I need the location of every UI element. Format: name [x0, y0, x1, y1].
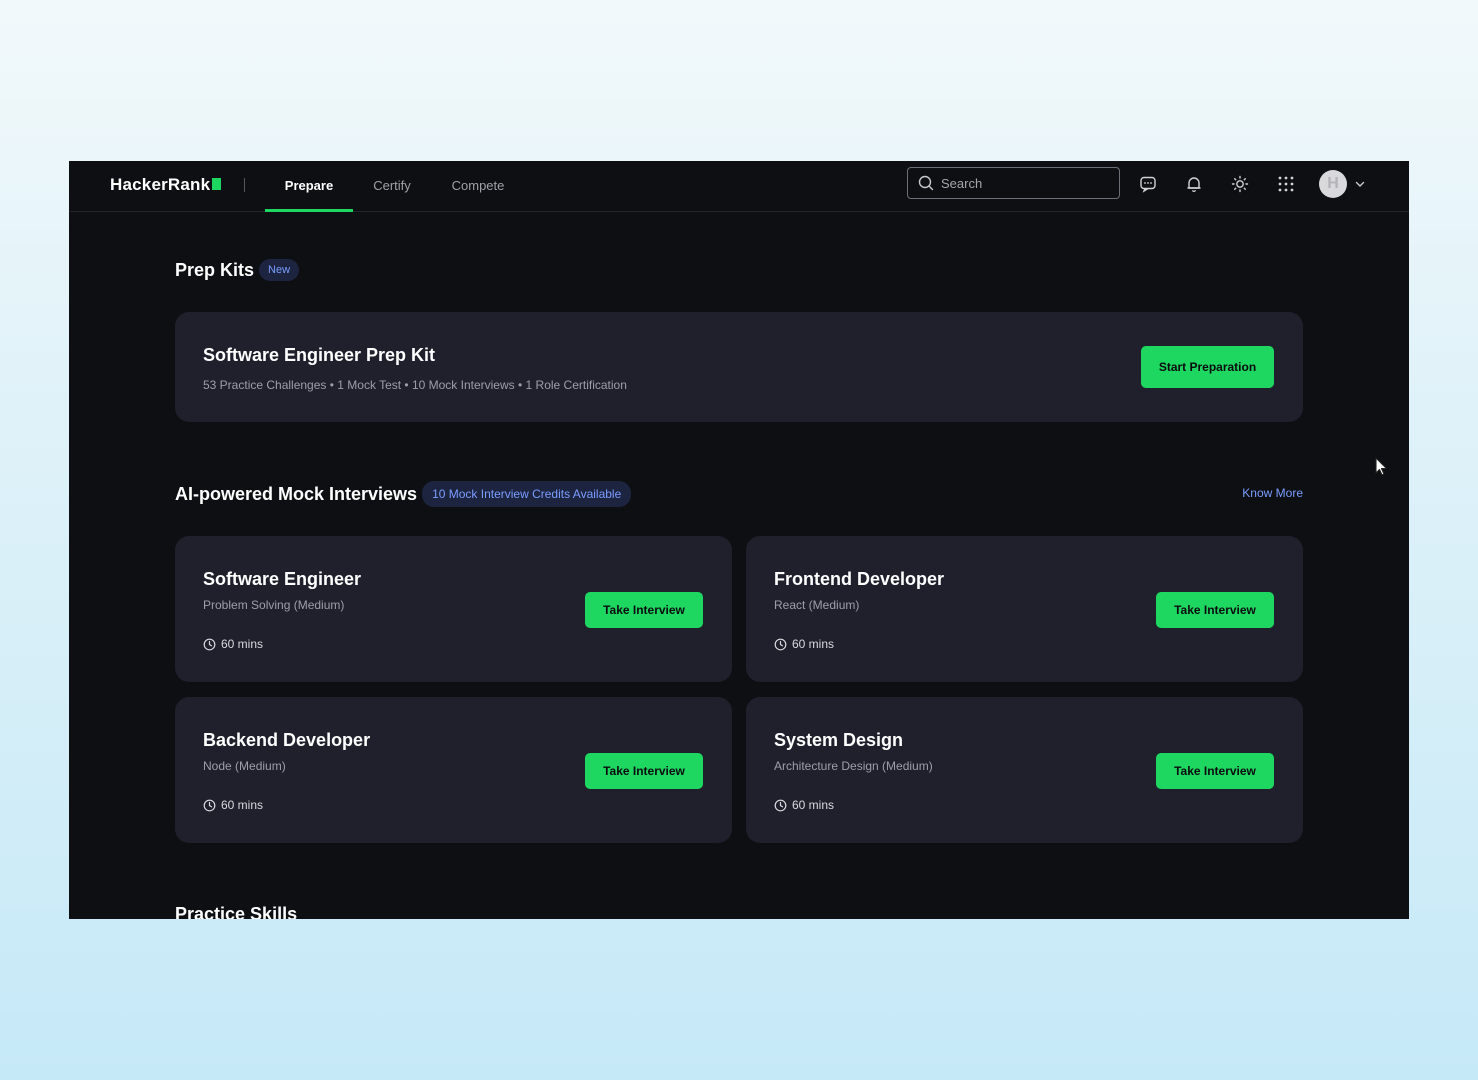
clock-icon — [774, 799, 787, 811]
prep-kit-card: Software Engineer Prep Kit 53 Practice C… — [175, 312, 1303, 422]
take-interview-button[interactable]: Take Interview — [1156, 592, 1274, 628]
tab-certify[interactable]: Certify — [363, 161, 421, 212]
duration-text: 60 mins — [221, 637, 264, 651]
clock-icon — [203, 799, 216, 811]
practice-skills-header: Practice Skills — [175, 904, 297, 919]
search-box[interactable] — [907, 167, 1120, 199]
practice-skills-title: Practice Skills — [175, 904, 298, 919]
interview-card-duration: 60 mins — [774, 798, 834, 812]
interview-card-frontend-developer: Frontend Developer React (Medium) 60 min… — [746, 536, 1303, 682]
interview-card-subtitle: Problem Solving (Medium) — [203, 598, 345, 612]
avatar[interactable]: H — [1319, 170, 1347, 198]
avatar-initial: H — [1327, 175, 1339, 192]
nav-divider — [244, 178, 245, 192]
duration-text: 60 mins — [792, 798, 835, 812]
interview-card-subtitle: React (Medium) — [774, 598, 860, 612]
clock-icon — [774, 638, 787, 650]
prep-kit-title: Software Engineer Prep Kit — [203, 345, 436, 365]
chevron-down-icon[interactable] — [1354, 178, 1366, 190]
interview-card-title: Frontend Developer — [774, 569, 945, 589]
chat-icon[interactable] — [1138, 174, 1158, 194]
interview-card-title: Software Engineer — [203, 569, 362, 589]
know-more-link[interactable]: Know More — [1242, 486, 1303, 500]
clock-icon — [203, 638, 216, 650]
new-badge: New — [259, 259, 300, 281]
duration-text: 60 mins — [221, 798, 264, 812]
interview-card-subtitle: Architecture Design (Medium) — [774, 759, 933, 773]
brand-name: HackerRank — [110, 175, 211, 194]
credits-badge: 10 Mock Interview Credits Available — [422, 481, 632, 507]
top-nav: HackerRank Prepare Certify Compete H — [69, 161, 1409, 212]
mock-interviews-title: AI-powered Mock Interviews — [175, 483, 418, 504]
interview-card-backend-developer: Backend Developer Node (Medium) 60 mins … — [175, 697, 732, 843]
duration-text: 60 mins — [792, 637, 835, 651]
bell-icon[interactable] — [1184, 174, 1204, 194]
take-interview-button[interactable]: Take Interview — [585, 592, 703, 628]
interview-card-duration: 60 mins — [203, 637, 263, 651]
mouse-cursor-icon — [1375, 457, 1388, 476]
interview-card-system-design: System Design Architecture Design (Mediu… — [746, 697, 1303, 843]
interview-card-title: Backend Developer — [203, 730, 371, 750]
mock-interviews-header: AI-powered Mock Interviews 10 Mock Inter… — [175, 481, 632, 507]
apps-grid-icon[interactable] — [1276, 174, 1296, 194]
start-preparation-button[interactable]: Start Preparation — [1141, 346, 1274, 388]
take-interview-button[interactable]: Take Interview — [585, 753, 703, 789]
prep-kit-subtitle: 53 Practice Challenges • 1 Mock Test • 1… — [203, 378, 627, 392]
prep-kits-header: Prep Kits New — [175, 259, 300, 281]
interview-card-title: System Design — [774, 730, 904, 750]
tab-prepare[interactable]: Prepare — [265, 161, 353, 212]
brand-mark-icon — [212, 178, 222, 190]
brand-logo[interactable]: HackerRank — [110, 175, 222, 195]
interview-card-duration: 60 mins — [774, 637, 834, 651]
sun-icon[interactable] — [1230, 174, 1250, 194]
search-icon — [918, 175, 934, 191]
interview-card-software-engineer: Software Engineer Problem Solving (Mediu… — [175, 536, 732, 682]
take-interview-button[interactable]: Take Interview — [1156, 753, 1274, 789]
prep-kits-title: Prep Kits — [175, 259, 255, 280]
search-input[interactable] — [941, 175, 1101, 191]
interview-card-subtitle: Node (Medium) — [203, 759, 286, 773]
interview-card-duration: 60 mins — [203, 798, 263, 812]
app-window: HackerRank Prepare Certify Compete H Pre… — [69, 161, 1409, 919]
tab-compete[interactable]: Compete — [443, 161, 513, 212]
